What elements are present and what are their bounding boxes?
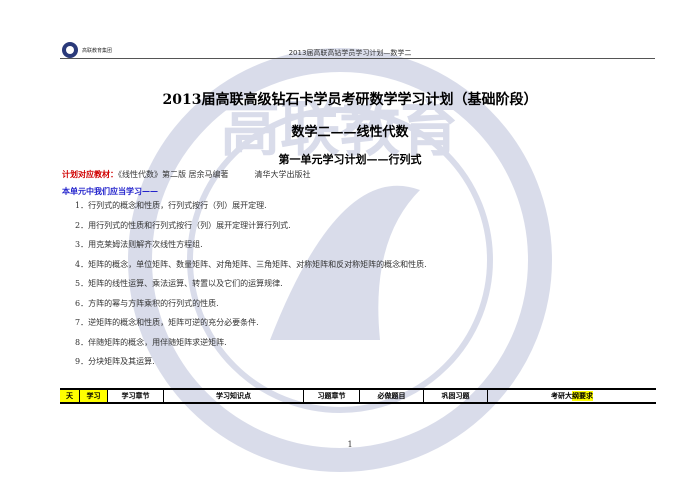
- textbook-line: 计划对应教材：《线性代数》第二版 居余马编著 清华大学出版社: [62, 169, 311, 180]
- col-knowledge: 学习知识点: [164, 390, 304, 402]
- col-outline: 考研大 纲要求: [488, 390, 656, 402]
- col-day: 天: [60, 390, 80, 402]
- header-divider: [60, 58, 655, 59]
- list-item: 3．用克莱姆法则解齐次线性方程组.: [75, 240, 203, 249]
- list-item: 9．分块矩阵及其运算.: [75, 357, 155, 366]
- list-item: 4．矩阵的概念，单位矩阵、数量矩阵、对角矩阵、三角矩阵、对称矩阵和反对称矩阵的概…: [75, 259, 427, 269]
- col-outline-prefix: 考研大: [551, 392, 572, 400]
- running-header: 2013届高联高钻学员学习计划—数学二: [288, 49, 412, 57]
- list-item: 7．逆矩阵的概念和性质，矩阵可逆的充分必要条件.: [75, 318, 259, 327]
- textbook-name: 《线性代数》第二版 居余马编著: [118, 170, 229, 179]
- learn-heading: 本单元中我们应当学习——: [62, 186, 158, 196]
- col-must-do: 必做题目: [360, 390, 424, 402]
- topic-list: 1．行列式的概念和性质，行列式按行（列）展开定理. 2．用行列式的性质和行列式按…: [75, 201, 427, 377]
- list-item: 6．方阵的幂与方阵乘积的行列式的性质.: [75, 298, 219, 308]
- col-study: 学习: [80, 390, 108, 402]
- list-item: 2．用行列式的性质和行列式按行（列）展开定理计算行列式.: [75, 220, 291, 230]
- col-consolidation: 巩固习题: [424, 390, 488, 402]
- col-exercise-chapter: 习题章节: [304, 390, 360, 402]
- subject-title: 数学二——线性代数: [291, 125, 409, 140]
- textbook-label: 计划对应教材：: [62, 169, 118, 179]
- list-item: 5．矩阵的线性运算、乘法运算、转置以及它们的运算规律.: [75, 279, 283, 288]
- schedule-table-header: 天 学习 学习章节 学习知识点 习题章节 必做题目 巩固习题 考研大 纲要求: [60, 388, 656, 404]
- list-item: 8．伴随矩阵的概念，用伴随矩阵求逆矩阵.: [75, 337, 227, 347]
- unit-title: 第一单元学习计划——行列式: [278, 153, 422, 166]
- col-outline-highlight: 纲要求: [572, 391, 593, 401]
- list-item: 1．行列式的概念和性质，行列式按行（列）展开定理.: [75, 201, 267, 210]
- page-number: 1: [347, 440, 353, 449]
- col-chapter: 学习章节: [108, 390, 164, 402]
- textbook-publisher: 清华大学出版社: [254, 170, 311, 179]
- document-title: 2013届高联高级钻石卡学员考研数学学习计划（基础阶段）: [162, 92, 538, 108]
- document-page: 高联教育 高联教育集团 2013届高联高钻学员学习计划—数学二 2013届高联高…: [0, 0, 700, 494]
